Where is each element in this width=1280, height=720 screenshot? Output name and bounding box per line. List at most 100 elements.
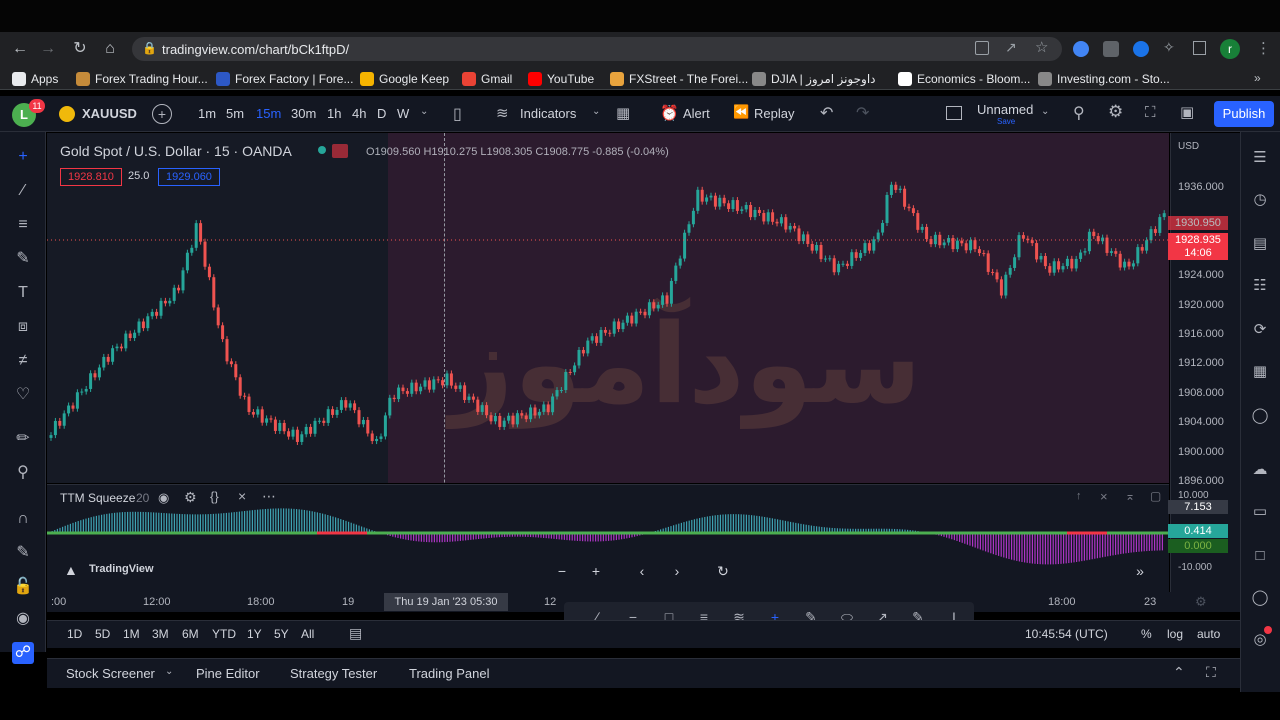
ideas-bulb-icon[interactable]: ◯ <box>1250 406 1270 426</box>
camera-icon[interactable]: ▣ <box>1180 103 1194 121</box>
reload-icon[interactable]: ↻ <box>70 39 90 59</box>
interval-15m[interactable]: 15m <box>256 106 281 121</box>
flag-icon[interactable] <box>332 144 348 158</box>
help-icon[interactable]: ◯ <box>1250 588 1270 608</box>
brush-icon[interactable]: ✎ <box>12 248 34 270</box>
layout-select-icon[interactable] <box>946 106 962 120</box>
panel-tab[interactable]: Strategy Tester <box>290 666 377 681</box>
hotlist-icon[interactable]: ☷ <box>1250 276 1270 296</box>
heart-icon[interactable]: ♡ <box>12 384 34 406</box>
collapse-pane-icon[interactable]: ⌅ <box>1125 489 1135 503</box>
redo-icon[interactable]: ↷ <box>856 103 869 123</box>
horizontal-lines-icon[interactable]: ≡ <box>12 214 34 236</box>
pattern-icon[interactable]: ⧈ <box>12 316 34 338</box>
chevron-down-icon[interactable]: ⌄ <box>1041 106 1049 117</box>
stay-drawing-icon[interactable]: ✎ <box>12 542 34 564</box>
move-up-icon[interactable]: ↑ <box>1076 490 1082 502</box>
range-ytd[interactable]: YTD <box>212 627 236 641</box>
puzzle-icon[interactable]: ✧ <box>1163 39 1175 56</box>
expand-panel-icon[interactable]: ⌃ <box>1173 664 1185 681</box>
goto-date-icon[interactable]: ▤ <box>349 625 362 642</box>
range-5y[interactable]: 5Y <box>274 627 289 641</box>
fullscreen-icon[interactable]: ⛶ <box>1145 104 1156 121</box>
chevron-down-icon[interactable]: ⌄ <box>420 106 428 117</box>
lock-icon[interactable]: 🔓 <box>12 576 34 598</box>
chevron-down-icon[interactable]: ⌄ <box>165 666 173 677</box>
log-toggle[interactable]: log <box>1167 627 1183 641</box>
undo-icon[interactable]: ↶ <box>820 103 833 123</box>
messages-icon[interactable]: □ <box>1250 546 1270 566</box>
range-6m[interactable]: 6M <box>182 627 199 641</box>
interval-W[interactable]: W <box>397 106 409 121</box>
share-icon[interactable]: ↗ <box>1005 39 1017 56</box>
alerts-clock-icon[interactable]: ◷ <box>1250 190 1270 210</box>
percent-toggle[interactable]: % <box>1141 627 1152 641</box>
bookmark-apps[interactable]: Apps <box>12 71 58 87</box>
sidepanel-icon[interactable] <box>1193 41 1206 55</box>
bookmark-star-icon[interactable]: ☆ <box>1035 38 1048 56</box>
panel-tab[interactable]: Trading Panel <box>409 666 489 681</box>
streams-icon[interactable]: ▭ <box>1250 502 1270 522</box>
scale-settings-icon[interactable]: ⚙ <box>1195 594 1207 610</box>
range-1d[interactable]: 1D <box>67 627 82 641</box>
zoom-out-icon[interactable]: − <box>552 563 572 579</box>
zoom-icon[interactable]: ⚲ <box>12 462 34 484</box>
bookmark-fxstreet[interactable]: FXStreet - The Forei... <box>610 71 748 87</box>
interval-5m[interactable]: 5m <box>226 106 244 121</box>
ruler-icon[interactable]: ✏ <box>12 428 34 450</box>
trendline-icon[interactable]: ∕ <box>12 180 34 202</box>
maximize-pane-icon[interactable]: ▢ <box>1150 489 1161 503</box>
settings-gear-icon[interactable]: ⚙ <box>1108 102 1123 122</box>
chevron-down-icon[interactable]: ⌄ <box>592 106 600 117</box>
interval-D[interactable]: D <box>377 106 386 121</box>
magnet-icon[interactable]: ∩ <box>12 508 34 530</box>
source-code-icon[interactable]: {} <box>210 489 219 504</box>
interval-30m[interactable]: 30m <box>291 106 316 121</box>
bookmark-investing[interactable]: Investing.com - Sto... <box>1038 71 1170 87</box>
range-all[interactable]: All <box>301 627 314 641</box>
indicators-button[interactable]: Indicators <box>520 106 576 121</box>
calendar-icon[interactable]: ▦ <box>1250 362 1270 382</box>
alert-button[interactable]: Alert <box>683 106 710 121</box>
buy-button[interactable]: 1929.060 <box>158 168 220 186</box>
auto-toggle[interactable]: auto <box>1197 627 1220 641</box>
bookmark-djia[interactable]: DJIA | داوجونز امروز <box>752 71 876 87</box>
bookmark-forex-factory[interactable]: Forex Factory | Fore... <box>216 71 353 87</box>
more-bookmarks-icon[interactable]: » <box>1254 71 1261 85</box>
link-icon[interactable]: ☍ <box>12 642 34 664</box>
compare-add-icon[interactable]: + <box>152 104 172 124</box>
menu-kebab-icon[interactable]: ⋮ <box>1256 39 1271 57</box>
visibility-eye-icon[interactable]: ◉ <box>158 490 169 506</box>
interval-4h[interactable]: 4h <box>352 106 366 121</box>
bookmark-bloomberg[interactable]: Economics - Bloom... <box>898 71 1030 87</box>
text-icon[interactable]: T <box>12 282 34 304</box>
chat-icon[interactable]: ☁ <box>1250 460 1270 480</box>
replay-button[interactable]: Replay <box>754 106 794 121</box>
prediction-icon[interactable]: ≠ <box>12 350 34 372</box>
bookmark-google-keep[interactable]: Google Keep <box>360 71 449 87</box>
sell-button[interactable]: 1928.810 <box>60 168 122 186</box>
eye-icon[interactable]: ◉ <box>12 608 34 630</box>
panel-tab[interactable]: Stock Screener <box>66 666 155 681</box>
scroll-to-realtime-icon[interactable]: » <box>1130 563 1150 579</box>
profile-avatar[interactable]: r <box>1220 39 1240 59</box>
extension-icon[interactable] <box>1133 41 1149 57</box>
forward-icon[interactable]: → <box>38 39 58 59</box>
range-3m[interactable]: 3M <box>152 627 169 641</box>
scroll-left-icon[interactable]: ‹ <box>632 563 652 579</box>
maximize-panel-icon[interactable]: ⛶ <box>1206 664 1216 681</box>
templates-icon[interactable]: ▦ <box>616 104 630 122</box>
bookmark-youtube[interactable]: YouTube <box>528 71 594 87</box>
range-5d[interactable]: 5D <box>95 627 110 641</box>
interval-1m[interactable]: 1m <box>198 106 216 121</box>
bookmark-gmail[interactable]: Gmail <box>462 71 512 87</box>
refresh-icon[interactable]: ⟳ <box>1250 320 1270 340</box>
extension-icon[interactable] <box>1103 41 1119 57</box>
remove-close-icon[interactable]: × <box>238 488 246 504</box>
translate-icon[interactable] <box>975 41 989 55</box>
data-window-icon[interactable]: ▤ <box>1250 234 1270 254</box>
clock-timezone[interactable]: 10:45:54 (UTC) <box>1025 627 1108 641</box>
zoom-in-icon[interactable]: + <box>586 563 606 579</box>
range-1m[interactable]: 1M <box>123 627 140 641</box>
reset-chart-icon[interactable]: ↻ <box>713 563 733 579</box>
